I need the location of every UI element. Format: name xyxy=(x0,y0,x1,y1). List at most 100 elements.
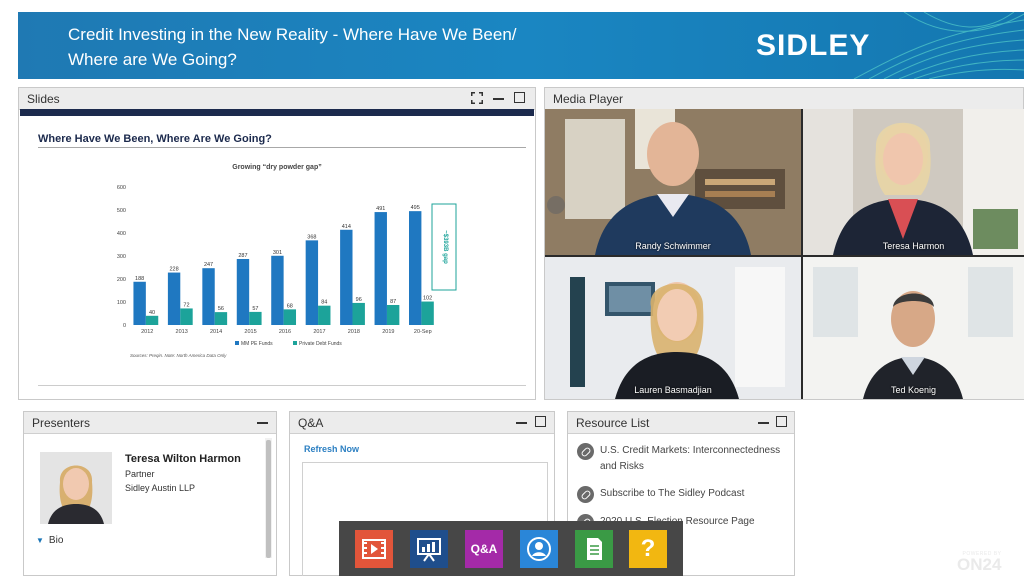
chart-source: Sources: Preqin. Note: North America Dat… xyxy=(130,353,227,358)
data-label: 491 xyxy=(376,206,385,212)
bar-private-debt xyxy=(352,302,365,325)
scrollbar-thumb[interactable] xyxy=(266,440,271,558)
maximize-icon[interactable] xyxy=(776,416,787,427)
resource-list-title: Resource List xyxy=(576,416,650,430)
bar-mm-pe xyxy=(236,258,250,325)
minimize-icon[interactable] xyxy=(758,416,769,424)
bio-toggle[interactable]: ▼ Bio xyxy=(36,535,63,546)
minimize-icon[interactable] xyxy=(516,416,527,424)
slide-view: Where Have We Been, Where Are We Going? … xyxy=(20,109,534,399)
link-icon xyxy=(577,443,594,460)
powered-by-on24: POWERED BY ON24 xyxy=(957,551,1001,573)
banner-wave-decoration xyxy=(853,12,1024,79)
minimize-icon[interactable] xyxy=(493,92,504,100)
refresh-now-link[interactable]: Refresh Now xyxy=(304,444,359,454)
resources-dock-button[interactable] xyxy=(575,530,613,568)
chart-title: Growing “dry powder gap” xyxy=(232,164,321,171)
data-label: 301 xyxy=(273,250,282,256)
widget-dock: Q&A ? xyxy=(339,521,683,576)
data-label: 368 xyxy=(307,234,316,240)
gap-annotation: ~$393B gap xyxy=(442,230,448,264)
presenter-firm: Sidley Austin LLP xyxy=(125,483,196,493)
maximize-icon[interactable] xyxy=(535,416,546,427)
bar-mm-pe xyxy=(409,211,422,325)
qa-dock-button[interactable]: Q&A xyxy=(465,530,503,568)
data-label: 102 xyxy=(423,296,432,302)
x-tick-label: 20-Sep xyxy=(414,329,432,335)
participant-name: Ted Koenig xyxy=(890,385,937,395)
document-icon xyxy=(587,538,602,560)
media-player-header: Media Player xyxy=(545,88,1023,110)
link-icon xyxy=(577,486,594,503)
x-tick-label: 2012 xyxy=(141,329,153,335)
participant-video xyxy=(803,109,1024,255)
data-label: 72 xyxy=(183,302,189,308)
resource-item-label: U.S. Credit Markets: Interconnectedness … xyxy=(600,445,781,472)
video-tile: Ted Koenig xyxy=(803,257,1024,399)
legend-swatch xyxy=(293,341,297,345)
x-tick-label: 2019 xyxy=(382,329,394,335)
help-icon: ? xyxy=(640,535,656,562)
presenters-dock-button[interactable] xyxy=(520,530,558,568)
bar-mm-pe xyxy=(374,212,387,325)
qa-panel-title: Q&A xyxy=(298,416,324,430)
y-tick-label: 0 xyxy=(123,323,126,329)
x-tick-label: 2013 xyxy=(176,329,188,335)
maximize-icon[interactable] xyxy=(514,92,525,103)
bar-mm-pe xyxy=(202,268,215,325)
bar-private-debt xyxy=(386,304,400,325)
participant-name: Teresa Harmon xyxy=(882,241,945,251)
slide-top-bar xyxy=(20,109,534,116)
x-tick-label: 2014 xyxy=(210,329,222,335)
participant-video xyxy=(545,109,801,255)
bar-private-debt xyxy=(421,301,434,325)
fullscreen-icon[interactable] xyxy=(471,92,483,104)
presenter-name: Teresa Wilton Harmon xyxy=(125,453,241,465)
resource-item[interactable]: U.S. Credit Markets: Interconnectedness … xyxy=(577,443,797,475)
bar-private-debt xyxy=(249,311,262,325)
presenter-photo xyxy=(40,452,112,524)
bar-private-debt xyxy=(318,305,331,325)
sidley-logo: SIDLEY xyxy=(756,29,871,62)
on24-logo: ON24 xyxy=(957,555,1002,574)
presenters-panel-title: Presenters xyxy=(32,416,91,430)
presentation-icon xyxy=(417,538,441,562)
bar-private-debt xyxy=(145,315,159,325)
legend-label: Private Debt Funds xyxy=(299,341,342,347)
video-tile: Teresa Harmon xyxy=(803,109,1024,255)
x-tick-label: 2016 xyxy=(279,329,291,335)
data-label: 56 xyxy=(218,306,224,312)
slides-panel-header: Slides xyxy=(19,88,535,110)
media-player-dock-button[interactable] xyxy=(355,530,393,568)
video-grid: Randy Schwimmer Teresa Harmon Lauren Bas… xyxy=(545,109,1024,399)
minimize-icon[interactable] xyxy=(257,416,268,424)
film-icon xyxy=(362,539,386,559)
media-player-title: Media Player xyxy=(553,92,624,106)
presenters-panel-header: Presenters xyxy=(24,412,276,434)
slides-panel-title: Slides xyxy=(27,92,60,106)
bar-private-debt xyxy=(180,308,193,325)
data-label: 287 xyxy=(238,253,247,259)
event-title-line2: Where are We Going? xyxy=(68,50,237,69)
data-label: 87 xyxy=(390,299,396,305)
slides-dock-button[interactable] xyxy=(410,530,448,568)
y-tick-label: 600 xyxy=(117,185,126,191)
bar-private-debt xyxy=(214,312,228,325)
x-tick-label: 2015 xyxy=(244,329,256,335)
caret-down-icon: ▼ xyxy=(36,536,44,545)
dry-powder-chart: Growing “dry powder gap” 0 100 200 300 400 500… xyxy=(117,164,457,358)
data-label: 84 xyxy=(321,300,327,306)
help-dock-button[interactable]: ? xyxy=(629,530,667,568)
x-tick-label: 2018 xyxy=(348,329,360,335)
bar-mm-pe xyxy=(340,229,353,325)
x-tick-label: 2017 xyxy=(313,329,325,335)
participant-video xyxy=(803,257,1024,399)
bar-mm-pe xyxy=(305,240,319,325)
slide-footer-divider xyxy=(38,385,526,386)
participant-name: Randy Schwimmer xyxy=(635,241,711,251)
presenters-scrollbar[interactable] xyxy=(265,438,272,558)
data-label: 68 xyxy=(287,303,293,309)
resource-item[interactable]: Subscribe to The Sidley Podcast xyxy=(577,486,797,503)
qa-dock-label: Q&A xyxy=(470,542,498,556)
data-label: 188 xyxy=(135,276,144,282)
